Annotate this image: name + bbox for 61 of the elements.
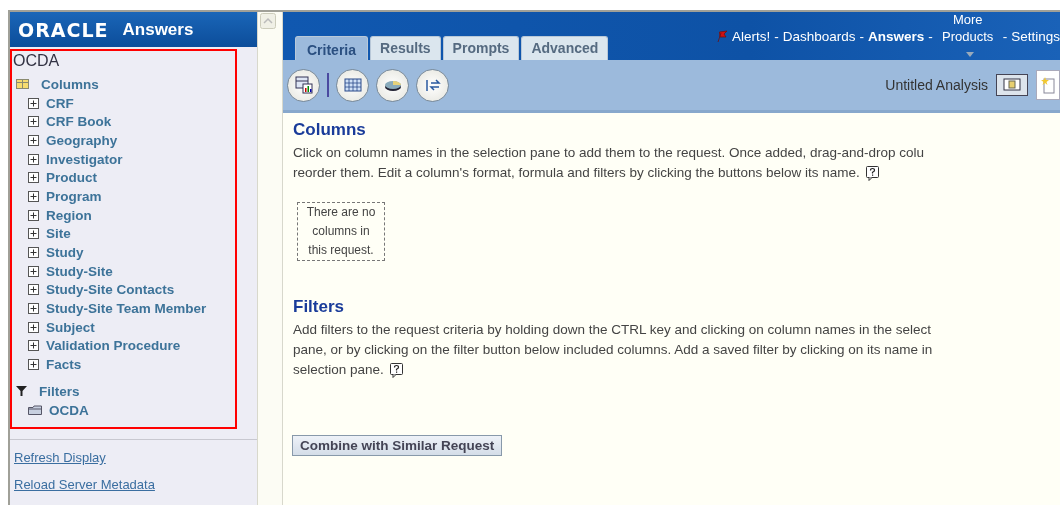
nav-link[interactable]: Alerts!: [731, 28, 771, 44]
subject-area-title: OCDA: [13, 52, 61, 70]
tree-item[interactable]: Subject: [46, 319, 95, 335]
report-button[interactable]: [996, 74, 1028, 96]
nav-link[interactable]: Settings: [1011, 28, 1060, 44]
tree-item[interactable]: Study-Site Contacts: [46, 282, 175, 298]
help-text: reorder them. Edit a column's format, formula and filters by clicking the buttons below its name.: [293, 164, 860, 180]
menu-link[interactable]: More Products: [936, 12, 999, 62]
nav-link[interactable]: Dashboards: [782, 28, 856, 44]
help-icon: [389, 362, 404, 378]
tab[interactable]: Results: [370, 36, 441, 60]
folder-label[interactable]: Filters: [39, 383, 80, 399]
folder-label[interactable]: Columns: [41, 76, 99, 92]
nav-link[interactable]: Answers: [867, 28, 925, 44]
chart-table-button[interactable]: [287, 68, 320, 102]
section-title: Filters: [293, 297, 346, 317]
help-text: pane, or by clicking on the filter button below included columns. Add a saved filter by clicking on its name in: [293, 341, 933, 357]
scroll-up-icon: [260, 13, 276, 29]
table-button[interactable]: [336, 68, 369, 102]
help-text: Add filters to the request criteria by holding down the CTRL key and clicking on column names in the select: [293, 321, 932, 337]
help-icon: [865, 165, 880, 181]
help-text: Click on column names in the selection pane to add them to the request. Once added, drag-and-drop colu: [293, 144, 925, 160]
tree-item[interactable]: Program: [46, 188, 102, 204]
nav-separator: -: [928, 28, 933, 44]
tree-item[interactable]: Study: [46, 245, 84, 261]
tree-item[interactable]: Facts: [46, 357, 82, 373]
section-title: Columns: [293, 120, 367, 140]
nav-separator: -: [774, 28, 779, 44]
table-icon: [16, 79, 29, 90]
nav-separator: -: [1002, 28, 1008, 44]
folder-icon: [28, 405, 42, 416]
product-name: Answers: [122, 19, 194, 40]
help-text: selection pane.: [293, 361, 384, 377]
tree-item[interactable]: CRF Book: [46, 114, 112, 130]
analysis-title: Untitled Analysis: [885, 77, 988, 93]
combine-button[interactable]: Combine with Similar Request: [292, 435, 503, 456]
tree-item[interactable]: Product: [46, 170, 97, 186]
tree-item[interactable]: Study-Site Team Member: [46, 301, 207, 317]
tree-item[interactable]: Investigator: [46, 151, 123, 167]
tree-item[interactable]: Site: [46, 226, 71, 242]
oracle-logo: ORACLE: [18, 18, 109, 41]
tree-item[interactable]: CRF: [46, 95, 74, 111]
tree-item[interactable]: Validation Procedure: [46, 338, 181, 354]
tree-item[interactable]: Region: [46, 207, 92, 223]
tab[interactable]: Advanced: [521, 36, 609, 60]
pane-link[interactable]: Refresh Display: [14, 450, 106, 465]
tree-item[interactable]: OCDA: [49, 402, 89, 418]
nav-separator: -: [859, 28, 864, 44]
flag-icon: [715, 30, 728, 42]
tree-item[interactable]: Study-Site: [46, 263, 113, 279]
monitor-icon: [1003, 78, 1021, 92]
swap-button[interactable]: [416, 68, 449, 102]
pane-link[interactable]: Reload Server Metadata: [14, 477, 155, 492]
funnel-icon: [16, 386, 27, 397]
new-document-icon: [1041, 76, 1055, 94]
chart-icon: [292, 74, 315, 96]
empty-columns-note: There are no columns in this request.: [297, 202, 385, 261]
tab[interactable]: Prompts: [442, 36, 520, 60]
tree-item[interactable]: Geography: [46, 132, 118, 148]
caret-icon: [965, 51, 974, 57]
tab[interactable]: Criteria: [295, 36, 369, 60]
